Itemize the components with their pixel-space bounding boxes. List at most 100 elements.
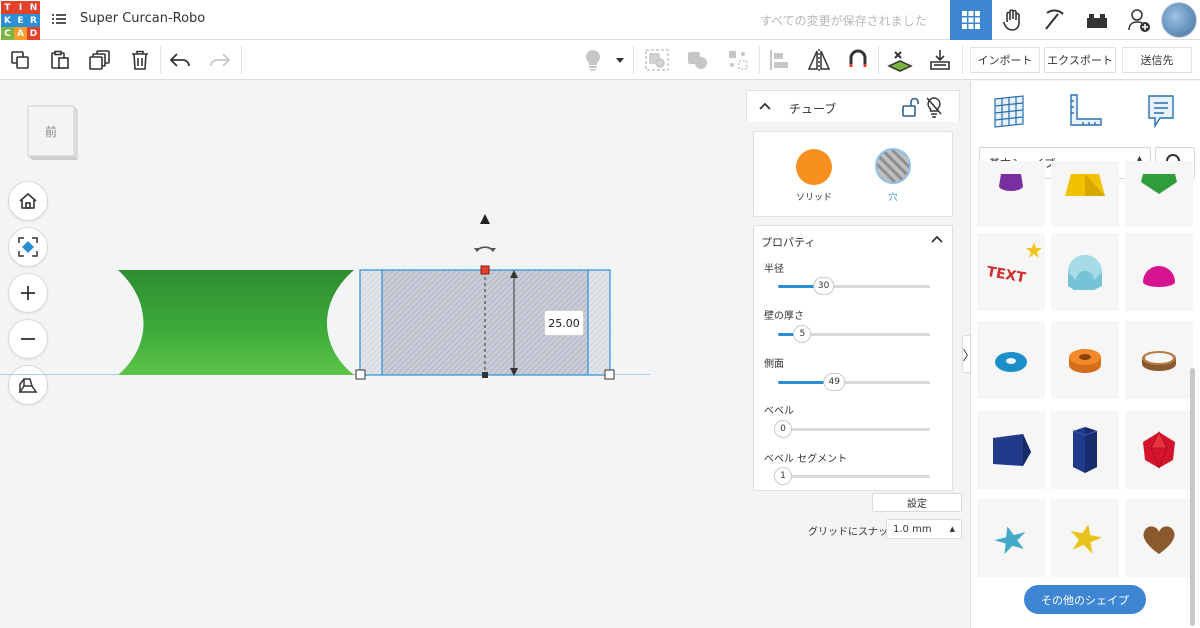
ruler-tab[interactable] bbox=[1065, 91, 1105, 131]
logo-letter: C bbox=[1, 27, 14, 40]
corner-handle bbox=[604, 369, 615, 380]
glove-button[interactable] bbox=[992, 0, 1034, 40]
bevel-slider-handle[interactable]: 0 bbox=[774, 420, 792, 438]
wall-thickness-slider-handle[interactable]: 5 bbox=[793, 325, 812, 343]
import-button[interactable]: インポート bbox=[970, 47, 1040, 73]
ring-shape-icon bbox=[1142, 351, 1176, 371]
shape-pyramid[interactable] bbox=[1051, 161, 1119, 227]
snap-grid-value: 1.0 mm bbox=[893, 523, 932, 535]
shape-roof[interactable] bbox=[1125, 161, 1193, 227]
redo-button[interactable] bbox=[200, 40, 240, 80]
icosahedron-shape-icon bbox=[1143, 431, 1175, 469]
shape-hexagonal-prism[interactable] bbox=[1051, 411, 1119, 489]
unlock-icon[interactable] bbox=[901, 97, 919, 117]
properties-panel: プロパティ 半径 30 壁の厚さ 5 側面 49 ベベル 0 ベベル セグメント… bbox=[753, 225, 953, 491]
align-button[interactable] bbox=[759, 40, 799, 80]
cruise-button[interactable] bbox=[718, 40, 758, 80]
shape-polygon[interactable] bbox=[977, 411, 1045, 489]
top-bar: T I N K E R C A D Super Curcan-Robo すべての… bbox=[0, 0, 1200, 40]
radius-slider[interactable]: 30 bbox=[778, 277, 930, 295]
pickaxe-button[interactable] bbox=[1034, 0, 1076, 40]
toolbar-divider bbox=[241, 46, 242, 74]
inspector-shape-name: チューブ bbox=[789, 102, 837, 116]
lightbulb-icon bbox=[585, 49, 601, 71]
shape-heart[interactable] bbox=[1125, 499, 1193, 577]
add-user-button[interactable] bbox=[1118, 0, 1160, 40]
bricks-button[interactable] bbox=[1076, 0, 1118, 40]
note-icon bbox=[1148, 95, 1174, 129]
shape-cone[interactable] bbox=[977, 161, 1045, 227]
shape-tube[interactable] bbox=[1051, 321, 1119, 399]
shape-hemisphere[interactable] bbox=[1125, 233, 1193, 311]
workplane-icon bbox=[887, 51, 913, 72]
chevron-up-icon[interactable] bbox=[931, 235, 943, 243]
shape-half-cylinder[interactable] bbox=[1051, 233, 1119, 311]
hole-button[interactable] bbox=[875, 148, 911, 184]
list-menu-icon[interactable] bbox=[52, 12, 66, 26]
group-button[interactable] bbox=[637, 40, 677, 80]
height-dimension-value[interactable]: 25.00 bbox=[544, 310, 584, 336]
wall-thickness-label: 壁の厚さ bbox=[764, 311, 804, 322]
logo-letter: T bbox=[1, 1, 14, 14]
copy-button[interactable] bbox=[0, 40, 40, 80]
paste-button[interactable] bbox=[40, 40, 80, 80]
bevel-segments-slider[interactable]: 1 bbox=[774, 467, 930, 485]
logo-letter: I bbox=[14, 1, 27, 14]
lift-arrow-icon bbox=[480, 214, 490, 224]
redo-icon bbox=[210, 53, 231, 67]
toolbar-divider bbox=[878, 46, 879, 74]
export-button[interactable]: エクスポート bbox=[1044, 47, 1116, 73]
hexagon-prism-shape-icon bbox=[1072, 427, 1098, 473]
shape-torus[interactable] bbox=[977, 321, 1045, 399]
settings-button[interactable]: 設定 bbox=[872, 493, 962, 512]
logo-letter: A bbox=[14, 27, 27, 40]
shape-ring[interactable] bbox=[1125, 321, 1193, 399]
bevel-segments-slider-handle[interactable]: 1 bbox=[774, 467, 792, 485]
library-scrollbar[interactable] bbox=[1190, 368, 1195, 626]
mirror-button[interactable] bbox=[799, 40, 839, 80]
half-cylinder-shape-icon bbox=[1068, 255, 1102, 290]
torus-shape-icon bbox=[995, 352, 1027, 372]
radius-slider-handle[interactable]: 30 bbox=[812, 277, 835, 295]
magnet-button[interactable] bbox=[838, 40, 878, 80]
bevel-slider[interactable]: 0 bbox=[774, 420, 930, 438]
tube-shape-icon bbox=[1069, 349, 1101, 373]
ruler-drop-button[interactable] bbox=[920, 40, 960, 80]
snap-grid-select[interactable]: 1.0 mm ▲ bbox=[886, 519, 962, 539]
logo-letter: N bbox=[27, 1, 40, 14]
chevron-up-icon[interactable] bbox=[759, 102, 771, 110]
caret-up-icon: ▲ bbox=[949, 525, 955, 533]
wall-thickness-slider[interactable]: 5 bbox=[778, 325, 930, 343]
send-to-button[interactable]: 送信先 bbox=[1122, 47, 1192, 73]
notes-tab[interactable] bbox=[1141, 91, 1181, 131]
delete-button[interactable] bbox=[120, 40, 160, 80]
workplane-grid-tab[interactable] bbox=[989, 91, 1029, 131]
tinkercad-logo[interactable]: T I N K E R C A D bbox=[0, 0, 40, 40]
shape-icosahedron[interactable] bbox=[1125, 411, 1193, 489]
more-shapes-button[interactable]: その他のシェイプ bbox=[1024, 585, 1146, 614]
user-avatar[interactable] bbox=[1161, 2, 1197, 38]
ungroup-button[interactable] bbox=[678, 40, 718, 80]
shape-star-yellow[interactable] bbox=[1051, 499, 1119, 577]
trash-icon bbox=[132, 50, 148, 70]
heart-shape-icon bbox=[1143, 526, 1175, 554]
grid-view-button[interactable] bbox=[950, 0, 992, 40]
design-title[interactable]: Super Curcan-Robo bbox=[80, 11, 205, 26]
duplicate-button[interactable] bbox=[80, 40, 120, 80]
logo-letter: R bbox=[27, 14, 40, 27]
light-dropdown-button[interactable] bbox=[610, 40, 630, 80]
sides-slider[interactable]: 49 bbox=[778, 373, 930, 391]
hemisphere-shape-icon bbox=[1143, 266, 1175, 287]
undo-button[interactable] bbox=[160, 40, 200, 80]
light-button[interactable] bbox=[573, 40, 613, 80]
solid-hole-panel: ソリッド 穴 bbox=[753, 131, 953, 217]
shape-star[interactable] bbox=[977, 499, 1045, 577]
pyramid-shape-icon bbox=[1065, 174, 1105, 196]
lightbulb-off-icon[interactable] bbox=[925, 96, 943, 118]
align-icon bbox=[770, 50, 788, 70]
polygon-shape-icon bbox=[993, 434, 1031, 466]
workplane-button[interactable] bbox=[880, 40, 920, 80]
sides-slider-handle[interactable]: 49 bbox=[823, 373, 845, 391]
pickaxe-icon bbox=[1045, 9, 1064, 30]
solid-color-button[interactable] bbox=[796, 149, 832, 185]
